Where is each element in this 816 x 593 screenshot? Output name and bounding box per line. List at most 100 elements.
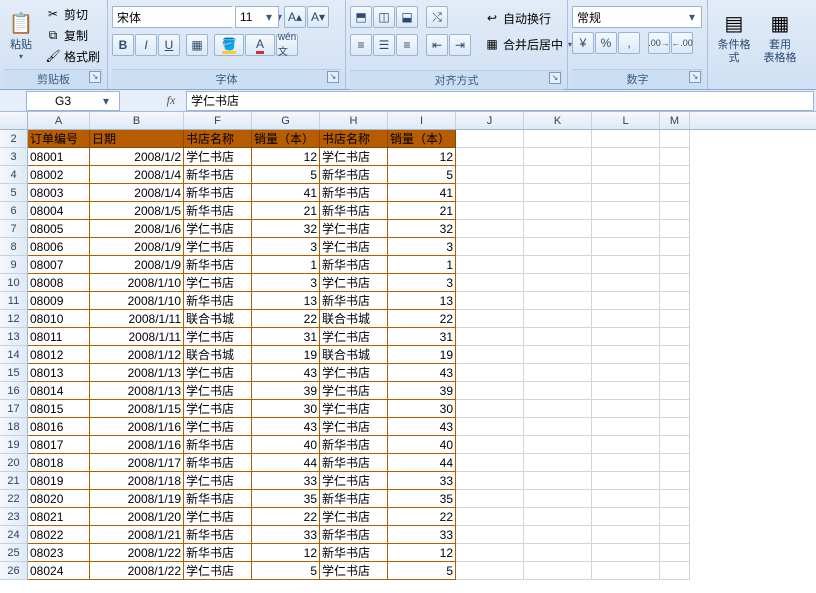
cell[interactable] (660, 274, 690, 292)
dialog-launcher-icon[interactable]: ↘ (89, 71, 101, 83)
cell[interactable]: 43 (252, 364, 320, 382)
cell[interactable]: 22 (388, 310, 456, 328)
cell[interactable] (660, 310, 690, 328)
cell[interactable]: 2008/1/5 (90, 202, 184, 220)
cell[interactable] (456, 526, 524, 544)
row-header[interactable]: 20 (0, 454, 28, 472)
cell[interactable]: 08012 (28, 346, 90, 364)
cell[interactable] (592, 238, 660, 256)
cell[interactable]: 08022 (28, 526, 90, 544)
cell[interactable] (660, 220, 690, 238)
number-format-combo[interactable]: ▾ (572, 6, 702, 28)
row-header[interactable]: 6 (0, 202, 28, 220)
paste-button[interactable]: 📋 粘贴 ▾ (4, 2, 38, 66)
conditional-format-button[interactable]: ▤ 条件格式 (712, 4, 756, 68)
cell[interactable]: 联合书城 (320, 310, 388, 328)
cell[interactable] (660, 256, 690, 274)
cell[interactable]: 2008/1/10 (90, 274, 184, 292)
cell[interactable]: 学仁书店 (320, 328, 388, 346)
accounting-button[interactable]: ¥ (572, 32, 594, 54)
cell[interactable]: 39 (252, 382, 320, 400)
cell[interactable]: 30 (252, 400, 320, 418)
cell[interactable]: 学仁书店 (184, 400, 252, 418)
cell[interactable] (524, 166, 592, 184)
cell[interactable]: 08019 (28, 472, 90, 490)
format-as-table-button[interactable]: ▦ 套用 表格格 (758, 4, 802, 68)
row-header[interactable]: 19 (0, 436, 28, 454)
comma-button[interactable]: , (618, 32, 640, 54)
row-header[interactable]: 21 (0, 472, 28, 490)
cell[interactable]: 31 (388, 328, 456, 346)
cell[interactable]: 新华书店 (184, 202, 252, 220)
cell[interactable] (592, 436, 660, 454)
cell[interactable] (592, 472, 660, 490)
cell[interactable] (456, 364, 524, 382)
row-header[interactable]: 4 (0, 166, 28, 184)
bold-button[interactable]: B (112, 34, 134, 56)
cell[interactable] (592, 544, 660, 562)
underline-button[interactable]: U (158, 34, 180, 56)
cell[interactable]: 学仁书店 (184, 364, 252, 382)
cell[interactable]: 33 (252, 526, 320, 544)
cell[interactable]: 书店名称 (184, 130, 252, 148)
cell[interactable]: 学仁书店 (320, 400, 388, 418)
cell[interactable]: 学仁书店 (320, 508, 388, 526)
cell[interactable] (524, 274, 592, 292)
row-header[interactable]: 12 (0, 310, 28, 328)
cell[interactable] (456, 490, 524, 508)
cell[interactable]: 3 (252, 274, 320, 292)
cell[interactable] (456, 454, 524, 472)
align-center-button[interactable]: ☰ (373, 34, 395, 56)
cell[interactable]: 12 (252, 544, 320, 562)
align-right-button[interactable]: ≡ (396, 34, 418, 56)
row-header[interactable]: 10 (0, 274, 28, 292)
cell[interactable] (456, 220, 524, 238)
cell[interactable]: 43 (388, 418, 456, 436)
cell[interactable]: 新华书店 (184, 454, 252, 472)
percent-button[interactable]: % (595, 32, 617, 54)
cell[interactable] (592, 292, 660, 310)
cell[interactable] (524, 382, 592, 400)
cell[interactable]: 学仁书店 (184, 472, 252, 490)
cell[interactable]: 08024 (28, 562, 90, 580)
cell[interactable]: 2008/1/13 (90, 382, 184, 400)
cell[interactable] (524, 508, 592, 526)
cell[interactable]: 新华书店 (320, 544, 388, 562)
cell[interactable] (660, 454, 690, 472)
cell[interactable]: 33 (388, 526, 456, 544)
cell[interactable]: 44 (388, 454, 456, 472)
cell[interactable]: 学仁书店 (184, 382, 252, 400)
cell[interactable] (660, 166, 690, 184)
cell[interactable]: 08001 (28, 148, 90, 166)
cell[interactable] (660, 544, 690, 562)
cell[interactable] (456, 148, 524, 166)
cell[interactable] (660, 508, 690, 526)
cell[interactable]: 学仁书店 (184, 274, 252, 292)
cell[interactable] (456, 544, 524, 562)
border-button[interactable]: ▦ (186, 34, 208, 56)
cell[interactable]: 新华书店 (320, 454, 388, 472)
cell[interactable]: 08016 (28, 418, 90, 436)
cell[interactable] (592, 274, 660, 292)
cell[interactable]: 5 (388, 166, 456, 184)
cell[interactable]: 3 (388, 274, 456, 292)
cell[interactable] (524, 310, 592, 328)
cell[interactable]: 08008 (28, 274, 90, 292)
cell[interactable]: 08018 (28, 454, 90, 472)
cell[interactable] (592, 526, 660, 544)
cell[interactable]: 新华书店 (320, 490, 388, 508)
cell[interactable] (660, 490, 690, 508)
cell[interactable] (592, 256, 660, 274)
cell[interactable]: 12 (388, 148, 456, 166)
cell[interactable] (456, 382, 524, 400)
cell[interactable]: 44 (252, 454, 320, 472)
cell[interactable]: 08007 (28, 256, 90, 274)
cell[interactable] (660, 526, 690, 544)
cell[interactable]: 学仁书店 (320, 148, 388, 166)
cell[interactable]: 21 (252, 202, 320, 220)
cell[interactable]: 5 (252, 562, 320, 580)
cell[interactable] (456, 130, 524, 148)
cell[interactable]: 新华书店 (184, 490, 252, 508)
col-header-J[interactable]: J (456, 112, 524, 129)
chevron-down-icon[interactable]: ▾ (685, 10, 699, 24)
